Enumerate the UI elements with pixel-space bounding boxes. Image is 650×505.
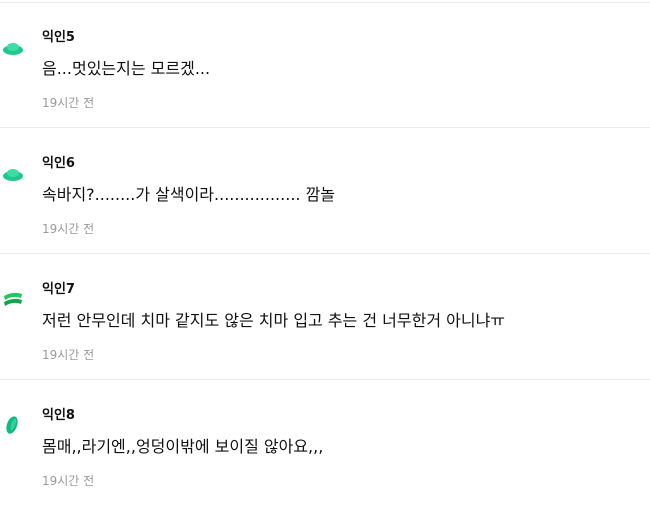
comment-item: 익인7 저런 안무인데 치마 같지도 않은 치마 입고 추는 건 너무한거 아니… <box>0 254 650 380</box>
comment-time: 19시간 전 <box>42 348 95 362</box>
comment-author[interactable]: 익인6 <box>42 156 75 172</box>
cloud-avatar-icon[interactable] <box>2 166 23 186</box>
comment-time: 19시간 전 <box>42 474 95 488</box>
comment-text: 속바지?........가 살색이라................. 깜놀 <box>42 185 336 204</box>
comment-author[interactable]: 익인8 <box>42 408 75 424</box>
comment-author[interactable]: 익인7 <box>42 282 75 298</box>
comment-text: 몸매,,라기엔,,엉덩이밖에 보이질 않아요,,, <box>42 437 324 456</box>
leaf-avatar-icon[interactable] <box>2 414 22 434</box>
comment-text: 저런 안무인데 치마 같지도 않은 치마 입고 추는 건 너무한거 아니냐ㅠ <box>42 311 506 330</box>
stacked-avatar-icon[interactable] <box>2 290 22 310</box>
comment-item: 익인8 몸매,,라기엔,,엉덩이밖에 보이질 않아요,,, 19시간 전 <box>0 380 650 505</box>
comment-author[interactable]: 익인5 <box>42 30 75 46</box>
comment-text: 음...멋있는지는 모르겠... <box>42 59 211 78</box>
comment-list: 익인5 음...멋있는지는 모르겠... 19시간 전 익인6 속바지?....… <box>0 0 650 505</box>
comment-item: 익인6 속바지?........가 살색이라................. … <box>0 128 650 254</box>
cloud-avatar-icon[interactable] <box>2 40 23 60</box>
comment-time: 19시간 전 <box>42 96 95 110</box>
comment-time: 19시간 전 <box>42 222 95 236</box>
comment-item: 익인5 음...멋있는지는 모르겠... 19시간 전 <box>0 2 650 128</box>
